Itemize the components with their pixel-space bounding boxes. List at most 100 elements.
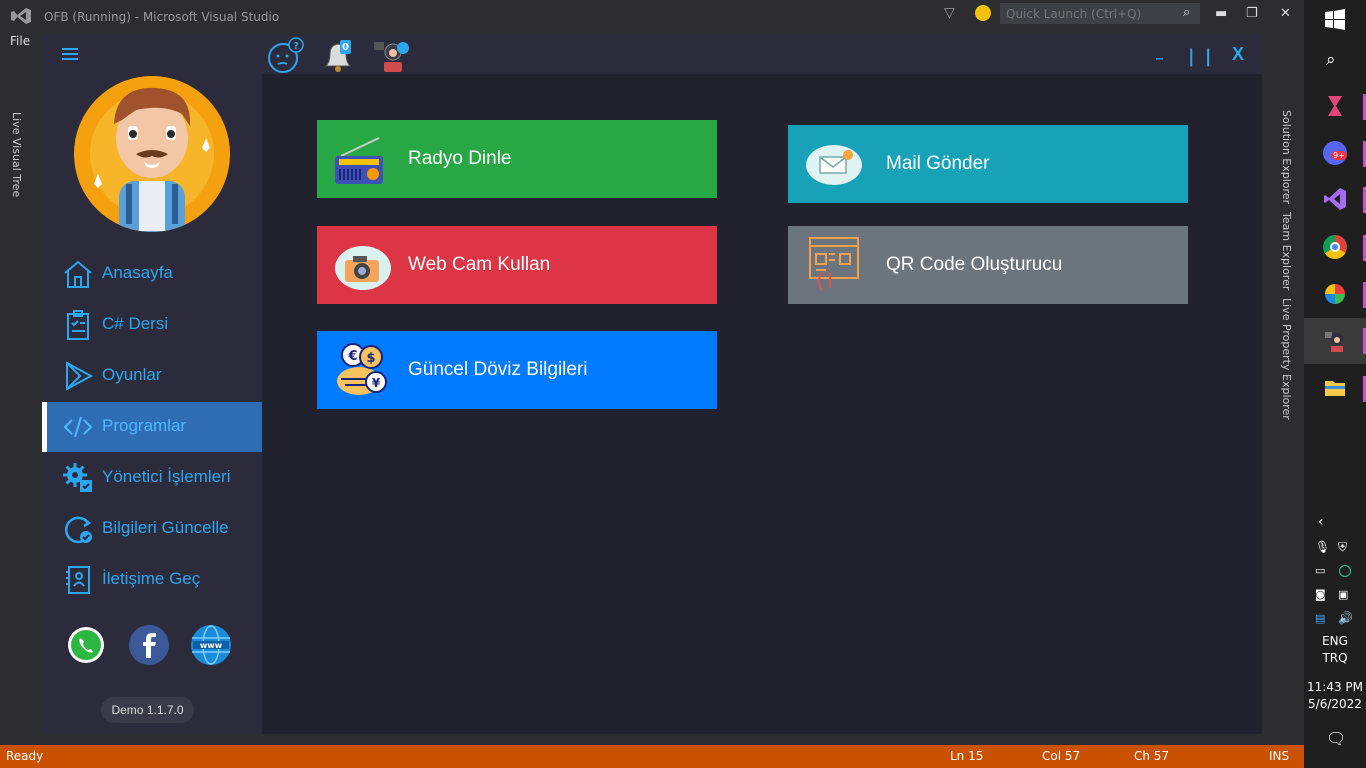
- hourglass-app-icon[interactable]: [1323, 94, 1347, 118]
- window-close-button[interactable]: ✕: [1280, 6, 1291, 21]
- app-topbar: ? 0: [262, 34, 1262, 74]
- vs-left-strip: Live Visual Tree: [0, 50, 42, 740]
- tile-label: Radyo Dinle: [408, 148, 512, 169]
- status-insert-mode: INS: [1269, 749, 1290, 763]
- tile-label: Web Cam Kullan: [408, 254, 551, 275]
- nav-bilgileri-guncelle[interactable]: Bilgileri Güncelle: [42, 504, 262, 554]
- network-icon[interactable]: ▣: [1338, 588, 1348, 601]
- hamburger-menu-icon[interactable]: [62, 48, 78, 60]
- nav-anasayfa[interactable]: Anasayfa: [42, 249, 262, 299]
- clock-time: 11:43 PM: [1307, 680, 1363, 694]
- window-restore-button[interactable]: ❐: [1246, 6, 1258, 21]
- nav-oyunlar[interactable]: Oyunlar: [42, 351, 262, 401]
- version-badge: Demo 1.1.7.0: [101, 697, 194, 723]
- svg-text:€: €: [347, 349, 357, 364]
- vs-statusbar: Ready Ln 15 Col 57 Ch 57 INS: [0, 745, 1304, 768]
- security-shield-icon[interactable]: ⛨: [1338, 540, 1347, 555]
- sidebar: Anasayfa C# Dersi Oyunlar Programlar Yön…: [42, 34, 262, 734]
- nav-label: Anasayfa: [102, 263, 173, 282]
- tile-label: Güncel Döviz Bilgileri: [408, 359, 588, 380]
- tab-live-visual-tree[interactable]: Live Visual Tree: [10, 112, 23, 197]
- nav-label: Bilgileri Güncelle: [102, 518, 229, 537]
- app-pause-button[interactable]: | |: [1188, 46, 1213, 67]
- app-close-button[interactable]: X: [1232, 44, 1244, 65]
- play-icon: [66, 361, 94, 391]
- nav-yonetici-islemleri[interactable]: Yönetici İşlemleri: [42, 453, 262, 503]
- tile-radyo-dinle[interactable]: Radyo Dinle: [317, 120, 717, 198]
- facebook-icon[interactable]: [129, 625, 169, 665]
- window-minimize-button[interactable]: ▬: [1215, 6, 1227, 21]
- microphone-icon[interactable]: 🎙: [1315, 540, 1330, 554]
- battery-icon[interactable]: ▭: [1315, 564, 1325, 577]
- status-column: Col 57: [1042, 749, 1081, 763]
- chevron-left-icon[interactable]: ‹: [1318, 514, 1324, 530]
- language-indicator[interactable]: ENG TRQ: [1304, 633, 1366, 667]
- feedback-smiley-icon[interactable]: [975, 5, 991, 21]
- home-icon: [64, 260, 92, 288]
- website-www-icon[interactable]: www: [191, 625, 231, 665]
- radio-icon: [335, 137, 383, 184]
- nav-iletisime-gec[interactable]: İletişime Geç: [42, 555, 262, 605]
- avatar: [74, 76, 230, 232]
- keyboard-layout: TRQ: [1322, 651, 1348, 665]
- menu-file[interactable]: File: [10, 34, 30, 48]
- nav-label: Oyunlar: [102, 365, 162, 384]
- vs-titlebar: OFB (Running) - Microsoft Visual Studio …: [0, 0, 1304, 32]
- visual-studio-logo-icon: [11, 8, 31, 24]
- nav-label: Yönetici İşlemleri: [102, 467, 231, 486]
- tab-team-explorer[interactable]: Team Explorer: [1280, 212, 1293, 290]
- clock-date: 5/6/2022: [1308, 697, 1362, 711]
- svg-text:¥: ¥: [372, 376, 381, 390]
- sync-status-icon[interactable]: [1339, 565, 1351, 577]
- windows-start-icon[interactable]: [1323, 8, 1347, 32]
- tab-live-property-explorer[interactable]: Live Property Explorer: [1280, 298, 1293, 420]
- volume-icon[interactable]: 🔊: [1338, 611, 1353, 625]
- bluetooth-tray-icon[interactable]: ▤: [1315, 612, 1325, 625]
- discord-icon[interactable]: 9+: [1323, 141, 1347, 165]
- nav-label: Programlar: [102, 416, 187, 435]
- nav-programlar[interactable]: Programlar: [42, 402, 262, 452]
- svg-text:?: ?: [293, 41, 299, 52]
- nav-label: İletişime Geç: [102, 569, 201, 588]
- window-title: OFB (Running) - Microsoft Visual Studio: [44, 10, 280, 24]
- taskbar-active-app[interactable]: [1304, 318, 1366, 364]
- notification-bell-icon[interactable]: [318, 36, 358, 74]
- language-code: ENG: [1322, 634, 1348, 648]
- colorful-app-icon[interactable]: [1323, 282, 1347, 306]
- tile-qr-code-olusturucu[interactable]: QR Code Oluşturucu: [788, 226, 1188, 304]
- clock[interactable]: 11:43 PM 5/6/2022: [1304, 679, 1366, 713]
- search-icon[interactable]: ⌕: [1183, 5, 1190, 20]
- app-minimize-button[interactable]: _: [1156, 44, 1163, 60]
- code-icon: [63, 416, 93, 438]
- status-line: Ln 15: [950, 749, 984, 763]
- visual-studio-icon[interactable]: [1323, 187, 1347, 211]
- support-agent-app-icon: [1325, 332, 1343, 352]
- svg-text:$: $: [366, 351, 375, 366]
- camera-icon: [335, 246, 391, 290]
- nav-label: C# Dersi: [102, 314, 169, 333]
- tile-mail-gonder[interactable]: Mail Gönder: [788, 125, 1188, 203]
- tab-solution-explorer[interactable]: Solution Explorer: [1280, 110, 1293, 204]
- quick-launch-input[interactable]: [1000, 3, 1200, 24]
- status-ready: Ready: [6, 749, 44, 763]
- tile-label: QR Code Oluşturucu: [886, 254, 1063, 275]
- file-explorer-icon[interactable]: [1323, 376, 1347, 400]
- help-face-icon[interactable]: ?: [265, 36, 305, 74]
- clipboard-icon: [67, 310, 89, 340]
- support-agent-icon[interactable]: [371, 36, 411, 74]
- tile-label: Mail Gönder: [886, 153, 990, 174]
- tile-guncel-doviz-bilgileri[interactable]: € $ ¥ Güncel Döviz Bilgileri: [317, 331, 717, 409]
- currency-icon: € $ ¥: [337, 343, 387, 395]
- filter-icon[interactable]: ▽: [944, 5, 955, 21]
- svg-text:www: www: [200, 641, 223, 650]
- mail-icon: [806, 145, 862, 185]
- discord-badge: 9+: [1331, 151, 1347, 160]
- taskbar-search-icon[interactable]: ⌕: [1326, 50, 1336, 70]
- tile-web-cam-kullan[interactable]: Web Cam Kullan: [317, 226, 717, 304]
- webcam-tray-icon[interactable]: ◙: [1315, 588, 1326, 601]
- qr-code-icon: [809, 237, 859, 291]
- nav-csharp-dersi[interactable]: C# Dersi: [42, 300, 262, 350]
- notification-center-icon[interactable]: 🗨: [1326, 729, 1346, 748]
- chrome-icon[interactable]: [1323, 235, 1347, 259]
- whatsapp-icon[interactable]: [66, 625, 106, 665]
